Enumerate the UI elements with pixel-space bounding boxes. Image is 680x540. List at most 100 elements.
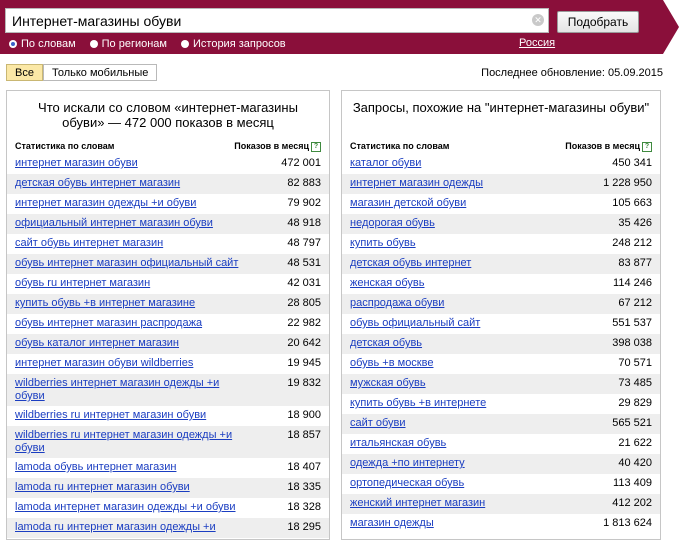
keyword-link[interactable]: женская обувь	[350, 277, 425, 290]
impressions-count: 18 328	[287, 501, 321, 513]
keyword-link[interactable]: wildberries ru интернет магазин обуви	[15, 409, 206, 422]
table-row: женский интернет магазин 412 202	[342, 494, 660, 514]
keyword-link[interactable]: интернет магазин обуви	[15, 157, 138, 170]
keyword-link[interactable]: магазин детской обуви	[350, 197, 466, 210]
radio-icon[interactable]	[89, 40, 98, 48]
keyword-link[interactable]: обувь официальный сайт	[350, 317, 480, 330]
mode-by-regions[interactable]: По регионам	[89, 37, 167, 51]
keyword-link[interactable]: интернет магазин одежды +и обуви	[15, 197, 196, 210]
keyword-link[interactable]: интернет магазин одежды	[350, 177, 483, 190]
keyword-link[interactable]: обувь ru интернет магазин	[15, 277, 150, 290]
filter-all[interactable]: Все	[6, 64, 43, 81]
impressions-count: 79 902	[287, 197, 321, 209]
keyword-link[interactable]: женский интернет магазин	[350, 497, 485, 510]
impressions-count: 248 212	[612, 237, 652, 249]
column-count-wrap: Показов в месяц?	[565, 140, 652, 152]
impressions-count: 18 335	[287, 481, 321, 493]
impressions-count: 48 918	[287, 217, 321, 229]
mode-label: По регионам	[101, 38, 167, 50]
keyword-link[interactable]: магазин одежды	[350, 517, 434, 530]
keyword-link[interactable]: lamoda ru интернет магазин одежды +и	[15, 521, 216, 534]
keyword-link[interactable]: недорогая обувь	[350, 217, 435, 230]
table-row: lamoda интернет магазин одежды +и обуви 1…	[7, 498, 329, 518]
impressions-count: 19 832	[287, 377, 321, 389]
impressions-count: 35 426	[618, 217, 652, 229]
help-icon[interactable]: ?	[642, 141, 652, 152]
keyword-link[interactable]: wildberries ru интернет магазин одежды +…	[15, 429, 245, 455]
impressions-count: 83 877	[618, 257, 652, 269]
keyword-link[interactable]: детская обувь интернет	[350, 257, 471, 270]
table-row: интернет магазин обуви 472 001	[7, 154, 329, 174]
device-filter: Все Только мобильные	[6, 64, 158, 81]
keyword-link[interactable]: детская обувь интернет магазин	[15, 177, 180, 190]
keyword-link[interactable]: lamoda ru интернет магазин обуви	[15, 481, 190, 494]
keyword-link[interactable]: интернет магазин обуви wildberries	[15, 357, 193, 370]
clear-icon[interactable]: ✕	[532, 14, 544, 26]
column-phrase: Статистика по словам	[350, 141, 450, 151]
keyword-link[interactable]: ортопедическая обувь	[350, 477, 464, 490]
keyword-link[interactable]: каталог обуви	[350, 157, 421, 170]
table-row: wildberries ru интернет магазин обуви 18 …	[7, 406, 329, 426]
impressions-count: 48 797	[287, 237, 321, 249]
left-table-body: интернет магазин обуви 472 001 детская обу…	[7, 154, 329, 538]
keyword-link[interactable]: обувь интернет магазин официальный сайт	[15, 257, 238, 270]
impressions-count: 18 407	[287, 461, 321, 473]
impressions-count: 19 945	[287, 357, 321, 369]
table-header: Статистика по словам Показов в месяц?	[342, 140, 660, 152]
keyword-link[interactable]: одежда +по интернету	[350, 457, 465, 470]
impressions-count: 398 038	[612, 337, 652, 349]
keyword-link[interactable]: lamoda интернет магазин одежды +и обуви	[15, 501, 236, 514]
table-row: итальянская обувь 21 622	[342, 434, 660, 454]
mode-history[interactable]: История запросов	[181, 37, 286, 51]
table-header: Статистика по словам Показов в месяц?	[7, 140, 329, 152]
keyword-link[interactable]: итальянская обувь	[350, 437, 446, 450]
table-row: магазин одежды 1 813 624	[342, 514, 660, 534]
impressions-count: 82 883	[287, 177, 321, 189]
table-row: купить обувь +в интернете 29 829	[342, 394, 660, 414]
search-input[interactable]	[6, 9, 526, 32]
impressions-count: 22 982	[287, 317, 321, 329]
region-link[interactable]: Россия	[519, 37, 555, 49]
column-count-wrap: Показов в месяц?	[234, 140, 321, 152]
filter-mobile[interactable]: Только мобильные	[42, 64, 158, 81]
right-table-body: каталог обуви 450 341 интернет магазин оде…	[342, 154, 660, 534]
keyword-link[interactable]: купить обувь	[350, 237, 416, 250]
keyword-link[interactable]: купить обувь +в интернет магазине	[15, 297, 195, 310]
keyword-link[interactable]: официальный интернет магазин обуви	[15, 217, 213, 230]
keyword-link[interactable]: wildberries интернет магазин одежды +и о…	[15, 377, 245, 403]
keyword-link[interactable]: lamoda обувь интернет магазин	[15, 461, 176, 474]
keyword-link[interactable]: мужская обувь	[350, 377, 426, 390]
column-phrase: Статистика по словам	[15, 141, 115, 151]
impressions-count: 70 571	[618, 357, 652, 369]
table-row: lamoda обувь интернет магазин 18 407	[7, 458, 329, 478]
search-mode-group: По словам По регионам История запросов	[9, 37, 286, 51]
table-row: lamoda ru интернет магазин одежды +и 18 2…	[7, 518, 329, 538]
mode-label: По словам	[21, 38, 76, 50]
search-header: ✕ Подобрать По словам По регионам Истори…	[0, 0, 680, 54]
keyword-link[interactable]: сайт обуви	[350, 417, 406, 430]
keyword-link[interactable]: детская обувь	[350, 337, 422, 350]
table-row: сайт обуви 565 521	[342, 414, 660, 434]
radio-icon[interactable]	[181, 40, 189, 48]
table-row: wildberries ru интернет магазин одежды +…	[7, 426, 329, 458]
keyword-link[interactable]: купить обувь +в интернете	[350, 397, 486, 410]
table-row: купить обувь 248 212	[342, 234, 660, 254]
keyword-link[interactable]: сайт обувь интернет магазин	[15, 237, 163, 250]
keyword-link[interactable]: распродажа обуви	[350, 297, 444, 310]
header-arrow	[663, 0, 679, 54]
impressions-count: 1 228 950	[603, 177, 652, 189]
table-row: недорогая обувь 35 426	[342, 214, 660, 234]
pick-button[interactable]: Подобрать	[557, 11, 639, 33]
table-row: интернет магазин обуви wildberries 19 945	[7, 354, 329, 374]
keyword-link[interactable]: обувь +в москве	[350, 357, 433, 370]
mode-by-words[interactable]: По словам	[9, 37, 76, 51]
right-results-panel: Запросы, похожие на "интернет-магазины о…	[341, 90, 661, 540]
impressions-count: 40 420	[618, 457, 652, 469]
table-row: lamoda ru интернет магазин обуви 18 335	[7, 478, 329, 498]
impressions-count: 412 202	[612, 497, 652, 509]
keyword-link[interactable]: обувь интернет магазин распродажа	[15, 317, 202, 330]
help-icon[interactable]: ?	[311, 141, 321, 152]
table-row: обувь ru интернет магазин 42 031	[7, 274, 329, 294]
radio-selected-icon[interactable]	[9, 40, 17, 48]
keyword-link[interactable]: обувь каталог интернет магазин	[15, 337, 179, 350]
